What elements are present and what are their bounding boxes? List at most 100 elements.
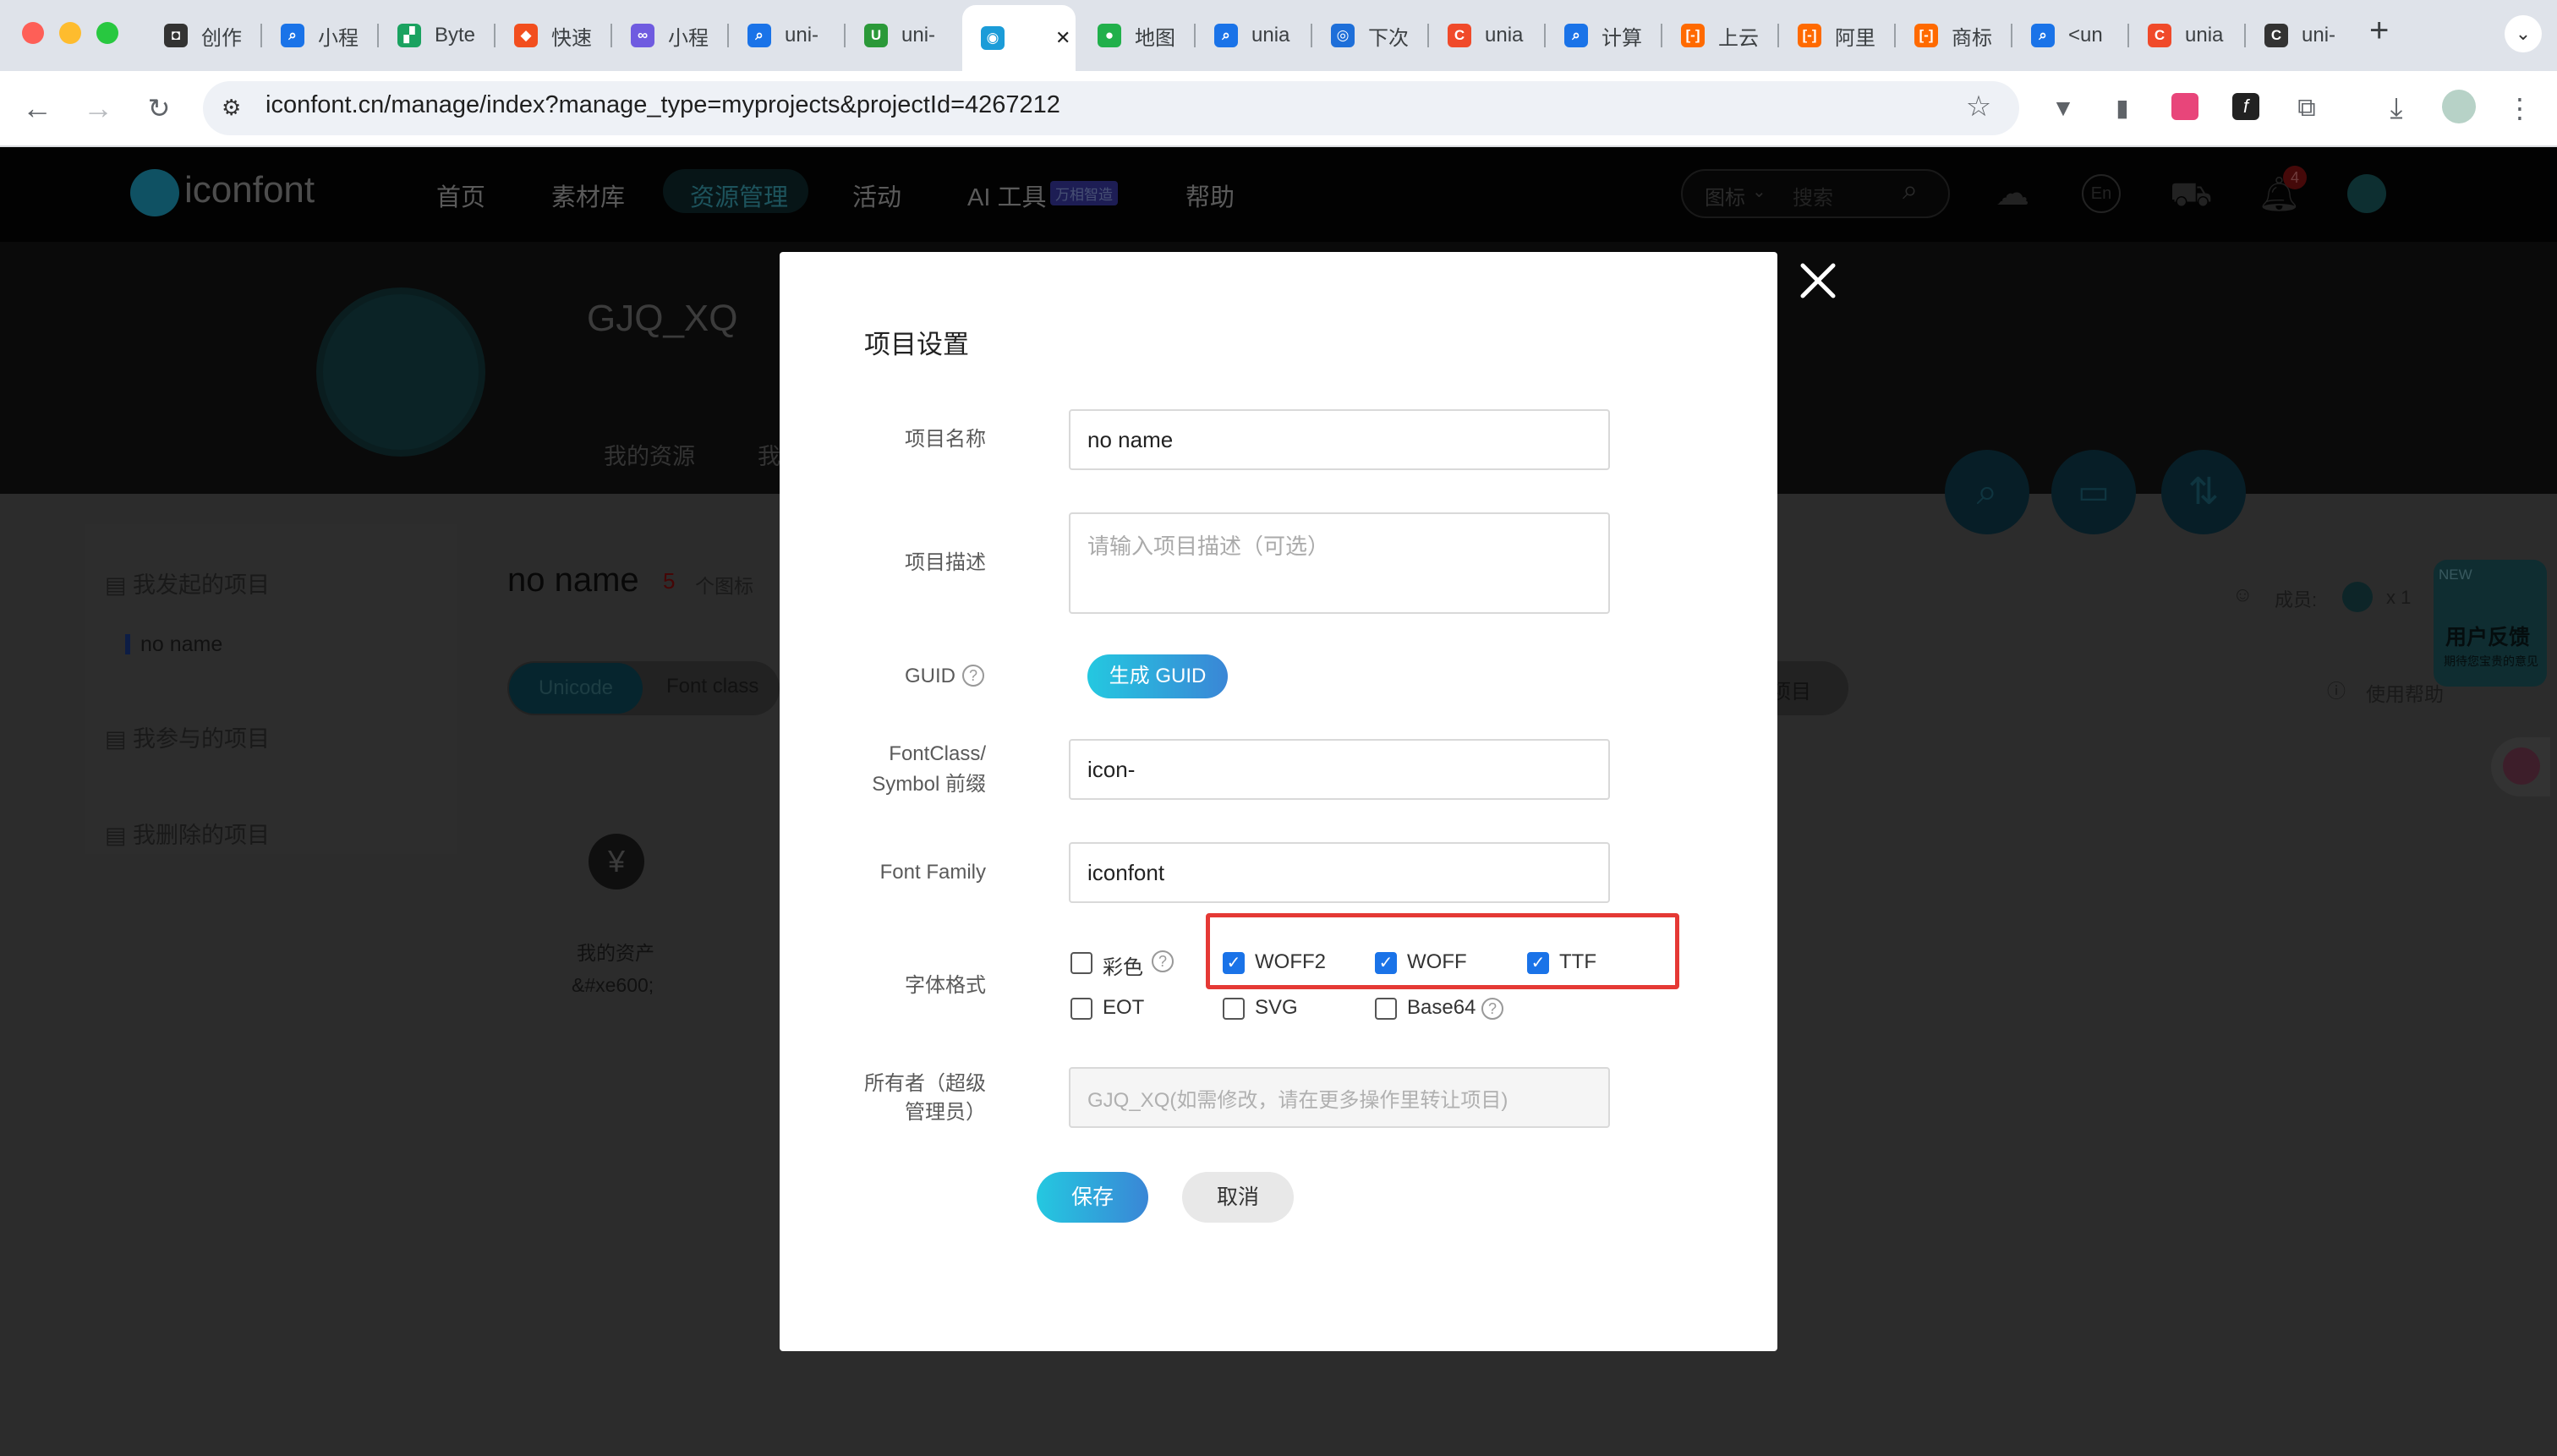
- browser-tab[interactable]: [-] 阿里: [1779, 10, 1892, 61]
- maximize-window-button[interactable]: [96, 22, 118, 44]
- format-color-label: 彩色: [1103, 956, 1143, 979]
- generate-guid-button[interactable]: 生成 GUID: [1087, 654, 1228, 698]
- format-ttf-checkbox[interactable]: ✓: [1527, 952, 1549, 974]
- tab-favicon-icon: ⌕: [747, 24, 771, 47]
- tab-separator: [1894, 24, 1896, 47]
- browser-tab[interactable]: ◘ 创作: [145, 10, 259, 61]
- format-svg-checkbox[interactable]: [1223, 998, 1245, 1020]
- tab-favicon-icon: ◎: [1331, 24, 1355, 47]
- tab-favicon-icon: ⌕: [2031, 24, 2055, 47]
- tab-favicon-icon: ⌕: [281, 24, 304, 47]
- browser-tab[interactable]: ⌕ <un: [2012, 10, 2126, 61]
- project-desc-input[interactable]: 请输入项目描述（可选）: [1069, 512, 1610, 614]
- browser-tab[interactable]: ▞ Byte: [379, 10, 492, 61]
- tab-separator: [377, 24, 379, 47]
- url-text[interactable]: iconfont.cn/manage/index?manage_type=myp…: [266, 91, 1060, 119]
- browser-tab[interactable]: ◉ ✕: [962, 5, 1076, 71]
- tab-title: unia: [2185, 24, 2224, 47]
- minimize-window-button[interactable]: [59, 22, 81, 44]
- project-name-input[interactable]: no name: [1069, 409, 1610, 470]
- browser-tab[interactable]: [-] 上云: [1662, 10, 1776, 61]
- base64-help-icon[interactable]: ?: [1481, 998, 1503, 1020]
- guid-help-icon[interactable]: ?: [962, 665, 984, 687]
- tab-title: 小程: [318, 26, 359, 50]
- reload-icon[interactable]: ↻: [140, 91, 178, 125]
- tab-favicon-icon: C: [2148, 24, 2171, 47]
- browser-tab[interactable]: ∞ 小程: [612, 10, 725, 61]
- browser-tab[interactable]: Cunia: [2129, 10, 2242, 61]
- browser-tab[interactable]: Uuni-: [846, 10, 959, 61]
- format-woff-checkbox[interactable]: ✓: [1375, 952, 1397, 974]
- tab-separator: [2011, 24, 2012, 47]
- bookmark-star-icon[interactable]: ☆: [1960, 90, 1997, 123]
- desc-label: 项目描述: [905, 551, 986, 574]
- new-tab-icon[interactable]: +: [2369, 12, 2389, 50]
- tab-title: 计算: [1602, 26, 1642, 50]
- save-button[interactable]: 保存: [1037, 1172, 1148, 1223]
- tab-separator: [1311, 24, 1312, 47]
- extension-phone-icon[interactable]: ▮: [2104, 91, 2141, 125]
- site-info-icon[interactable]: ⚙: [222, 95, 241, 121]
- cancel-button[interactable]: 取消: [1182, 1172, 1294, 1223]
- font-class-prefix-input[interactable]: icon-: [1069, 739, 1610, 800]
- format-base64-checkbox[interactable]: [1375, 998, 1397, 1020]
- extensions-puzzle-icon[interactable]: ⧉: [2288, 91, 2325, 125]
- download-icon[interactable]: ⤓: [2378, 91, 2415, 125]
- tab-favicon-icon: [-]: [1681, 24, 1705, 47]
- format-eot-label: EOT: [1103, 996, 1145, 1019]
- tab-title: unia: [1485, 24, 1524, 47]
- browser-tab[interactable]: ⌕ 小程: [262, 10, 375, 61]
- back-icon[interactable]: ←: [19, 91, 56, 125]
- extension-translate-icon[interactable]: [2171, 93, 2198, 120]
- tab-separator: [727, 24, 729, 47]
- format-woff2-label: WOFF2: [1255, 950, 1326, 973]
- browser-tab[interactable]: ● 地图: [1079, 10, 1192, 61]
- browser-tab[interactable]: ⌕ 计算: [1546, 10, 1659, 61]
- browser-tab[interactable]: Cunia: [1429, 10, 1542, 61]
- format-svg-label: SVG: [1255, 996, 1298, 1019]
- modal-title: 项目设置: [864, 330, 969, 359]
- format-color-checkbox[interactable]: [1070, 952, 1092, 974]
- browser-tab[interactable]: ⌕ unia: [1196, 10, 1309, 61]
- color-help-icon[interactable]: ?: [1152, 950, 1174, 972]
- browser-tab[interactable]: Cuni-: [2246, 10, 2359, 61]
- close-icon[interactable]: [1793, 255, 1843, 306]
- tab-title: uni-: [785, 24, 819, 47]
- tab-favicon-icon: ∞: [631, 24, 654, 47]
- extension-f-icon[interactable]: f: [2232, 93, 2259, 120]
- tab-separator: [1661, 24, 1662, 47]
- tab-title: unia: [1251, 24, 1290, 47]
- tab-close-icon[interactable]: ✕: [1055, 27, 1070, 49]
- browser-tab[interactable]: [-] 商标: [1896, 10, 2009, 61]
- forward-icon[interactable]: →: [79, 91, 117, 125]
- owner-label-line2: 管理员）: [905, 1101, 986, 1124]
- browser-tab[interactable]: ◎ 下次: [1312, 10, 1426, 61]
- guid-label: GUID: [905, 665, 955, 687]
- format-ttf-label: TTF: [1559, 950, 1596, 973]
- tab-title: 快速: [551, 26, 592, 50]
- tab-favicon-icon: ⌕: [1214, 24, 1238, 47]
- extension-v-icon[interactable]: ▼: [2045, 91, 2082, 125]
- format-eot-checkbox[interactable]: [1070, 998, 1092, 1020]
- format-woff2-checkbox[interactable]: ✓: [1223, 952, 1245, 974]
- font-family-label: Font Family: [879, 861, 986, 884]
- tab-separator: [1544, 24, 1546, 47]
- tab-separator: [494, 24, 496, 47]
- tab-search-icon[interactable]: ⌄: [2505, 15, 2542, 52]
- tab-favicon-icon: ▞: [397, 24, 421, 47]
- prefix-label-line1: FontClass/: [889, 742, 986, 765]
- tab-title: 地图: [1135, 26, 1175, 50]
- menu-kebab-icon[interactable]: ⋮: [2501, 91, 2538, 125]
- tab-favicon-icon: C: [2264, 24, 2288, 47]
- owner-input: GJQ_XQ(如需修改，请在更多操作里转让项目): [1069, 1067, 1610, 1128]
- browser-tab[interactable]: ⌕ uni-: [729, 10, 842, 61]
- close-window-button[interactable]: [22, 22, 44, 44]
- tab-favicon-icon: U: [864, 24, 888, 47]
- format-base64-label: Base64: [1407, 996, 1476, 1019]
- profile-avatar-icon[interactable]: [2442, 90, 2476, 123]
- font-family-input[interactable]: iconfont: [1069, 842, 1610, 903]
- tab-favicon-icon: ◘: [164, 24, 188, 47]
- tab-title: 商标: [1952, 26, 1992, 50]
- browser-tab[interactable]: ◆ 快速: [496, 10, 609, 61]
- tab-separator: [1427, 24, 1429, 47]
